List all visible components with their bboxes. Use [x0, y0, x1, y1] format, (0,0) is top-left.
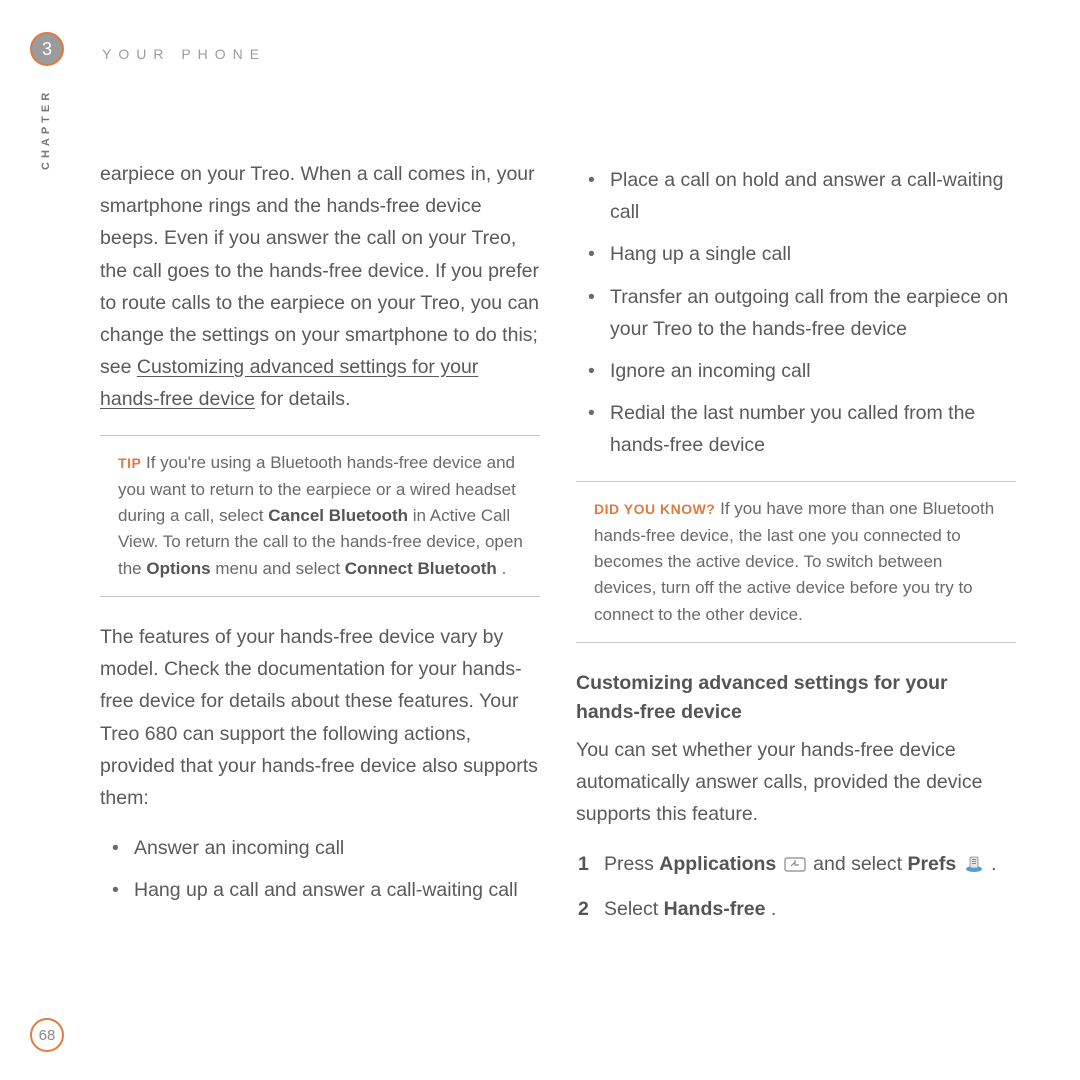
left-bullets: Answer an incoming call Hang up a call a… — [100, 832, 540, 906]
list-item: Hang up a call and answer a call-waiting… — [106, 874, 540, 906]
left-paragraph-2: The features of your hands-free device v… — [100, 621, 540, 814]
text: . — [991, 853, 996, 875]
chapter-number: 3 — [32, 34, 62, 64]
bold: Applications — [659, 853, 776, 875]
chapter-badge: 3 — [30, 32, 64, 66]
applications-icon — [784, 851, 806, 883]
right-bullets: Place a call on hold and answer a call-w… — [576, 164, 1016, 461]
text: Press — [604, 853, 659, 875]
bold: Connect Bluetooth — [345, 559, 497, 578]
step-number: 2 — [578, 893, 589, 925]
list-item: Transfer an outgoing call from the earpi… — [582, 281, 1016, 345]
bold: Options — [146, 559, 210, 578]
chapter-side-label: CHAPTER — [40, 89, 52, 170]
text: . — [771, 898, 776, 920]
text: . — [502, 559, 507, 578]
steps-list: 1 Press Applications and select Prefs . … — [576, 848, 1016, 925]
step-1: 1 Press Applications and select Prefs . — [576, 848, 1016, 883]
text: Select — [604, 898, 664, 920]
list-item: Redial the last number you called from t… — [582, 397, 1016, 461]
step-2: 2 Select Hands-free . — [576, 893, 1016, 925]
did-you-know-callout: DID YOU KNOW? If you have more than one … — [576, 481, 1016, 643]
right-paragraph-2: You can set whether your hands-free devi… — [576, 734, 1016, 831]
bold: Hands-free — [664, 898, 766, 920]
page-number-badge: 68 — [30, 1018, 64, 1052]
text: earpiece on your Treo. When a call comes… — [100, 163, 539, 378]
tip-callout: TIP If you're using a Bluetooth hands-fr… — [100, 435, 540, 597]
step-number: 1 — [578, 848, 589, 880]
page-number: 68 — [39, 1027, 56, 1044]
column-left: earpiece on your Treo. When a call comes… — [100, 158, 540, 935]
bold: Cancel Bluetooth — [268, 506, 408, 525]
list-item: Answer an incoming call — [106, 832, 540, 864]
prefs-icon — [964, 851, 984, 883]
left-paragraph-1: earpiece on your Treo. When a call comes… — [100, 158, 540, 415]
text: If you have more than one Bluetooth hand… — [594, 499, 994, 623]
dyk-label: DID YOU KNOW? — [594, 501, 715, 517]
list-item: Place a call on hold and answer a call-w… — [582, 164, 1016, 228]
bold: Prefs — [907, 853, 956, 875]
tip-label: TIP — [118, 455, 141, 471]
text: and select — [813, 853, 907, 875]
subsection-heading: Customizing advanced settings for your h… — [576, 669, 1016, 728]
running-head: YOUR PHONE — [102, 46, 1020, 62]
text: menu and select — [215, 559, 344, 578]
column-right: Place a call on hold and answer a call-w… — [576, 158, 1016, 935]
page: 3 YOUR PHONE CHAPTER earpiece on your Tr… — [0, 0, 1080, 1080]
text: for details. — [260, 388, 350, 410]
list-item: Ignore an incoming call — [582, 355, 1016, 387]
list-item: Hang up a single call — [582, 238, 1016, 270]
columns: earpiece on your Treo. When a call comes… — [100, 158, 1020, 935]
